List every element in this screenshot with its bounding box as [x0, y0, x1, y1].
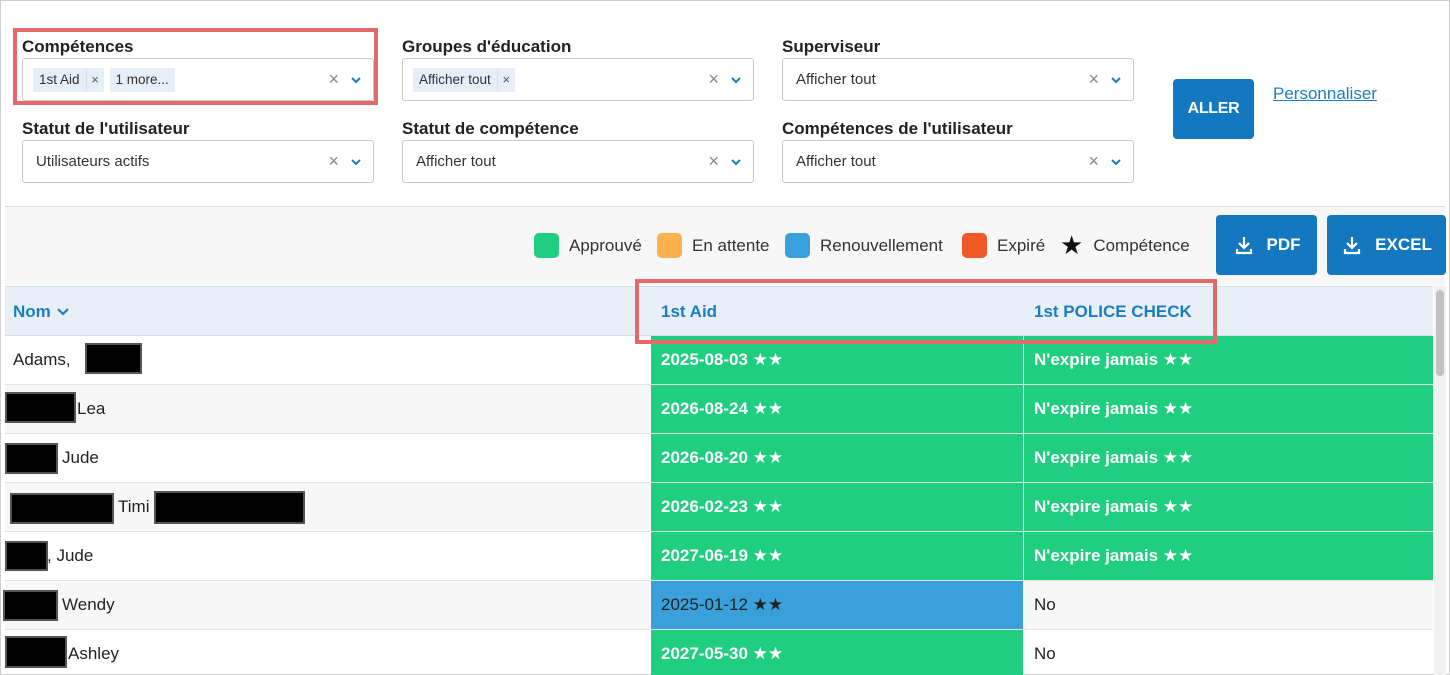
legend-label: Renouvellement: [820, 235, 943, 255]
excel-export-button[interactable]: EXCEL: [1327, 215, 1446, 275]
clear-icon[interactable]: ×: [708, 68, 719, 90]
redaction-box: [5, 541, 48, 571]
competence-cell[interactable]: 2026-08-24 ★★: [651, 385, 1023, 433]
competence-status-select[interactable]: Afficher tout ×: [402, 140, 754, 183]
download-icon: [1235, 237, 1252, 255]
chevron-down-icon[interactable]: [729, 155, 743, 169]
chevron-down-icon[interactable]: [1109, 155, 1123, 169]
download-icon: [1344, 237, 1361, 255]
table-row[interactable]: Lea 2026-08-24 ★★ N'expire jamais ★★: [5, 385, 1433, 434]
column-header-label: Nom: [13, 302, 51, 321]
legend-competence: ★ Compétence: [1060, 230, 1190, 260]
table-row[interactable]: Ashley 2027-05-30 ★★ No: [5, 630, 1433, 675]
supervisor-select[interactable]: Afficher tout ×: [782, 58, 1134, 101]
redaction-box: [5, 636, 67, 668]
select-value: Afficher tout: [416, 153, 496, 170]
redaction-box: [5, 392, 76, 423]
user-status-select[interactable]: Utilisateurs actifs ×: [22, 140, 374, 183]
table-row[interactable]: Jude 2026-08-20 ★★ N'expire jamais ★★: [5, 434, 1433, 483]
clear-icon[interactable]: ×: [1088, 68, 1099, 90]
user-name: Jude: [62, 448, 99, 467]
user-name: , Jude: [47, 546, 94, 565]
user-name: Timi: [118, 497, 150, 516]
redaction-box: [5, 443, 58, 474]
filter-label: Statut de compétence: [402, 119, 579, 138]
chevron-down-icon[interactable]: [1109, 73, 1123, 87]
competence-cell[interactable]: N'expire jamais ★★: [1024, 483, 1433, 531]
legend-pending: En attente: [657, 233, 770, 258]
legend-label: Compétence: [1093, 235, 1190, 255]
expired-swatch: [962, 233, 987, 258]
chevron-down-icon: [57, 308, 69, 316]
legend-label: Expiré: [997, 235, 1046, 255]
pending-swatch: [657, 233, 682, 258]
legend-expired: Expiré: [962, 233, 1045, 258]
filter-label: Superviseur: [782, 37, 881, 56]
excel-label: EXCEL: [1375, 235, 1432, 254]
filter-label: Compétences de l'utilisateur: [782, 119, 1013, 138]
scrollbar-thumb[interactable]: [1436, 290, 1444, 376]
clear-icon[interactable]: ×: [1088, 150, 1099, 172]
clear-icon[interactable]: ×: [328, 150, 339, 172]
competence-cell[interactable]: 2025-01-12 ★★: [651, 581, 1023, 629]
renewal-swatch: [785, 233, 810, 258]
chip-label: Afficher tout: [419, 72, 491, 87]
chevron-down-icon[interactable]: [729, 73, 743, 87]
user-name: Wendy: [62, 595, 115, 614]
select-value: Afficher tout: [796, 153, 876, 170]
redaction-box: [154, 491, 305, 524]
user-name: Ashley: [68, 644, 120, 663]
approved-swatch: [534, 233, 559, 258]
annotation-highlight-columns: [635, 279, 1217, 344]
select-value: Afficher tout: [796, 71, 876, 88]
user-competences-select[interactable]: Afficher tout ×: [782, 140, 1134, 183]
redaction-box: [10, 493, 114, 524]
competence-cell[interactable]: No: [1024, 581, 1433, 629]
legend-approved: Approuvé: [534, 233, 642, 258]
scrollbar[interactable]: [1434, 286, 1446, 675]
filter-label: Groupes d'éducation: [402, 37, 572, 56]
go-button[interactable]: ALLER: [1173, 79, 1254, 139]
filter-label: Statut de l'utilisateur: [22, 119, 190, 138]
chip-remove-icon[interactable]: ×: [496, 68, 515, 92]
clear-icon[interactable]: ×: [708, 150, 719, 172]
education-groups-select[interactable]: Afficher tout × ×: [402, 58, 754, 101]
competence-cell[interactable]: 2026-02-23 ★★: [651, 483, 1023, 531]
pdf-export-button[interactable]: PDF: [1216, 215, 1317, 275]
customize-link[interactable]: Personnaliser: [1273, 84, 1377, 104]
user-name: Lea: [77, 399, 106, 418]
table-row[interactable]: Wendy 2025-01-12 ★★ No: [5, 581, 1433, 630]
redaction-box: [3, 590, 58, 621]
table-row[interactable]: , Jude 2027-06-19 ★★ N'expire jamais ★★: [5, 532, 1433, 581]
user-name: Adams,: [13, 350, 71, 369]
chevron-down-icon[interactable]: [349, 155, 363, 169]
redaction-box: [85, 343, 142, 374]
competence-cell[interactable]: N'expire jamais ★★: [1024, 434, 1433, 482]
select-value: Utilisateurs actifs: [36, 153, 150, 170]
chip-show-all: Afficher tout ×: [413, 68, 515, 92]
competence-cell[interactable]: 2027-05-30 ★★: [651, 630, 1023, 675]
competence-cell[interactable]: 2027-06-19 ★★: [651, 532, 1023, 580]
legend-renewal: Renouvellement: [785, 233, 943, 258]
competence-cell[interactable]: 2026-08-20 ★★: [651, 434, 1023, 482]
pdf-label: PDF: [1266, 235, 1301, 254]
competence-cell[interactable]: N'expire jamais ★★: [1024, 532, 1433, 580]
competence-cell[interactable]: No: [1024, 630, 1433, 675]
competence-cell[interactable]: N'expire jamais ★★: [1024, 385, 1433, 433]
legend-label: Approuvé: [569, 235, 642, 255]
legend-label: En attente: [692, 235, 770, 255]
column-header-name[interactable]: Nom: [13, 302, 71, 322]
star-icon: ★: [1060, 230, 1084, 260]
annotation-highlight-filter: [13, 28, 378, 105]
